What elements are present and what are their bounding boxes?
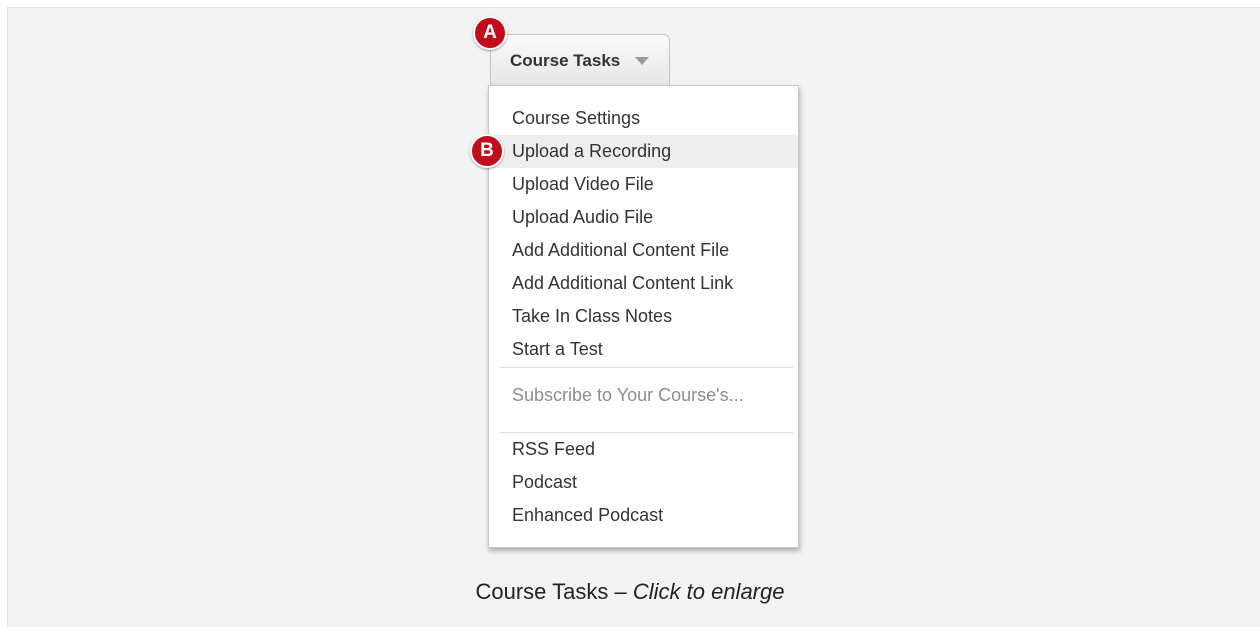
menu-divider: [500, 367, 793, 368]
course-tasks-button[interactable]: Course Tasks: [490, 34, 670, 85]
course-tasks-button-label: Course Tasks: [510, 51, 621, 70]
figure-caption: Course Tasks – Click to enlarge: [0, 579, 1260, 605]
caret-down-icon: [635, 57, 649, 65]
menu-item-podcast[interactable]: Podcast: [489, 466, 798, 499]
course-tasks-menu: Course Settings Upload a Recording Uploa…: [488, 85, 799, 548]
menu-item-course-settings[interactable]: Course Settings: [489, 102, 798, 135]
menu-item-upload-recording[interactable]: Upload a Recording: [489, 135, 798, 168]
menu-item-add-content-link[interactable]: Add Additional Content Link: [489, 267, 798, 300]
menu-item-rss-feed[interactable]: RSS Feed: [489, 433, 798, 466]
caption-text: Course Tasks –: [475, 579, 633, 604]
menu-item-add-content-file[interactable]: Add Additional Content File: [489, 234, 798, 267]
enlarge-link[interactable]: Click to enlarge: [633, 579, 785, 604]
callout-badge-b: B: [470, 134, 504, 168]
subscribe-heading: Subscribe to Your Course's...: [512, 385, 744, 405]
menu-item-upload-audio-file[interactable]: Upload Audio File: [489, 201, 798, 234]
task-items-group: Course Settings Upload a Recording Uploa…: [489, 102, 798, 366]
menu-item-start-test[interactable]: Start a Test: [489, 333, 798, 366]
menu-item-enhanced-podcast[interactable]: Enhanced Podcast: [489, 499, 798, 532]
callout-badge-a: A: [473, 16, 507, 50]
subscribe-items-group: RSS Feed Podcast Enhanced Podcast: [489, 433, 798, 532]
menu-item-upload-video-file[interactable]: Upload Video File: [489, 168, 798, 201]
menu-item-take-class-notes[interactable]: Take In Class Notes: [489, 300, 798, 333]
